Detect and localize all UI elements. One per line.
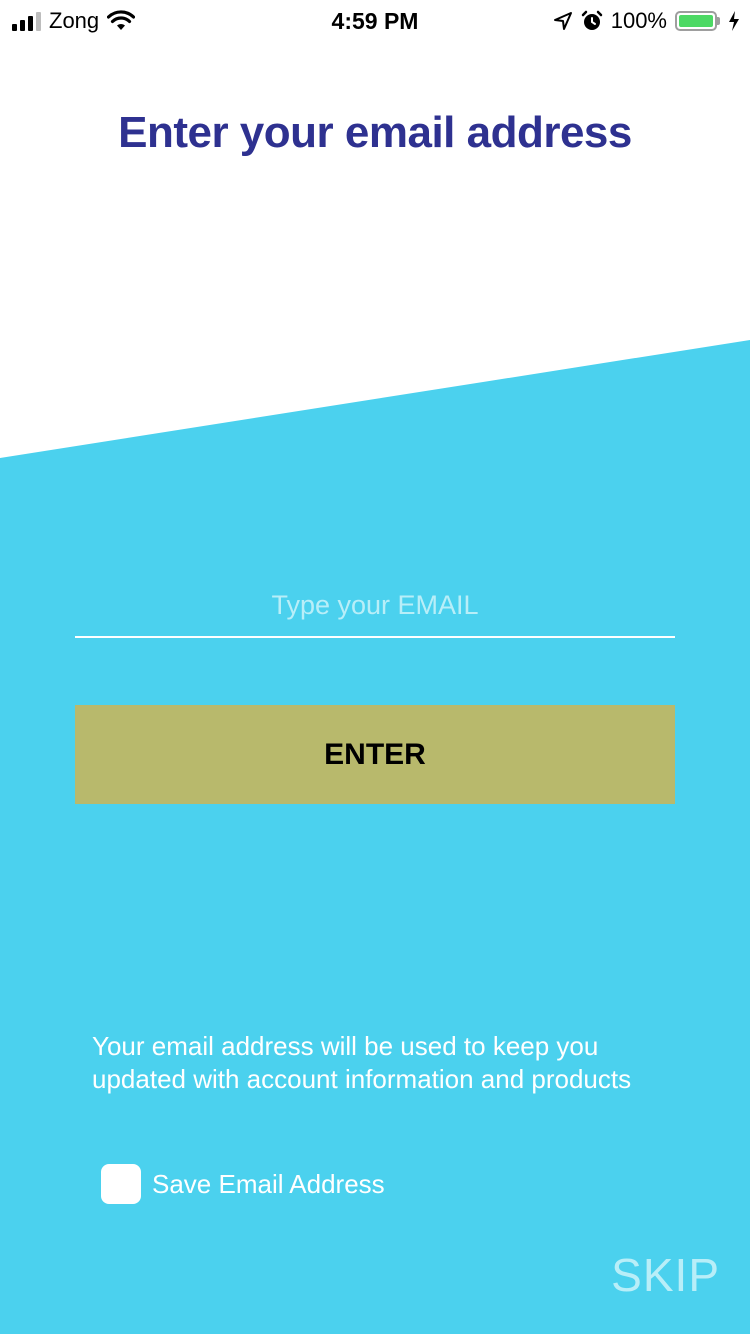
save-email-label: Save Email Address (152, 1168, 385, 1199)
save-email-row[interactable]: Save Email Address (101, 1164, 385, 1204)
email-input[interactable] (75, 574, 675, 638)
status-bar: Zong 4:59 PM 100% (0, 0, 750, 40)
battery-icon (675, 11, 720, 31)
enter-button[interactable]: ENTER (75, 705, 675, 804)
page-title: Enter your email address (118, 108, 632, 157)
alarm-icon (581, 10, 602, 30)
location-icon (553, 12, 572, 30)
save-email-checkbox[interactable] (101, 1164, 141, 1204)
skip-button[interactable]: SKIP (611, 1248, 720, 1302)
battery-percent: 100% (610, 8, 667, 33)
cyan-background (0, 340, 750, 1334)
charging-icon (729, 11, 739, 31)
status-right: 100% (553, 6, 740, 36)
info-text: Your email address will be used to keep … (92, 1031, 632, 1094)
